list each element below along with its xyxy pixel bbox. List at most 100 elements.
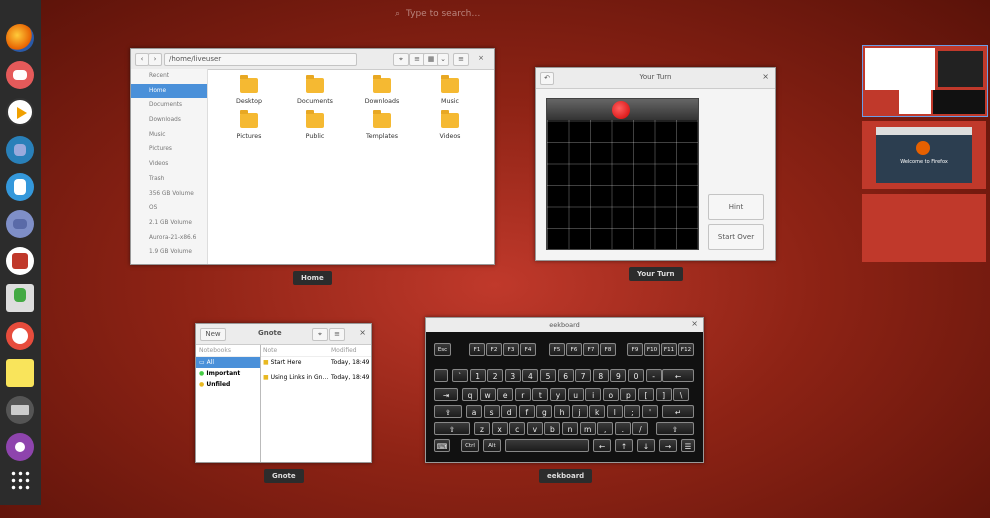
key-f9[interactable]: F9 <box>627 343 643 356</box>
hint-button[interactable]: Hint <box>708 194 764 220</box>
notebook-important[interactable]: ● Important <box>196 368 260 379</box>
window-label-files[interactable]: Home <box>293 271 332 285</box>
key[interactable]: 7 <box>575 369 592 382</box>
close-icon[interactable]: × <box>762 72 769 81</box>
key-esc[interactable]: Esc <box>434 343 451 356</box>
key[interactable]: - <box>645 369 662 382</box>
key[interactable]: o <box>602 388 619 401</box>
photos-icon[interactable] <box>6 136 34 164</box>
show-apps-icon[interactable] <box>10 470 31 491</box>
folder-public[interactable]: Public <box>293 110 337 140</box>
chevron-down-icon[interactable]: ⌄ <box>437 53 449 66</box>
key[interactable]: v <box>526 422 543 435</box>
new-note-button[interactable]: New <box>200 328 226 341</box>
key-f4[interactable]: F4 <box>520 343 536 356</box>
sidebar-item-downloads[interactable]: Downloads <box>131 113 207 128</box>
folder-downloads[interactable]: Downloads <box>360 75 404 105</box>
sidebar-item-volume[interactable]: 356 GB Volume <box>131 187 207 202</box>
key[interactable]: f <box>518 405 535 418</box>
key[interactable]: a <box>466 405 482 418</box>
sidebar-item-documents[interactable]: Documents <box>131 98 207 113</box>
mail-icon[interactable] <box>6 61 34 89</box>
key[interactable]: 1 <box>469 369 486 382</box>
key[interactable]: 9 <box>610 369 627 382</box>
key[interactable]: j <box>571 405 588 418</box>
key[interactable]: , <box>597 422 614 435</box>
recorder-icon[interactable] <box>6 322 34 350</box>
folder-templates[interactable]: Templates <box>360 110 404 140</box>
key-shift-left[interactable]: ⇧ <box>434 422 470 435</box>
menu-icon[interactable]: ≡ <box>453 53 469 66</box>
key-f7[interactable]: F7 <box>583 343 599 356</box>
window-label-gnote[interactable]: Gnote <box>264 469 304 483</box>
key[interactable]: \ <box>673 388 690 401</box>
start-over-button[interactable]: Start Over <box>708 224 764 250</box>
key[interactable]: x <box>491 422 508 435</box>
documents-icon[interactable] <box>6 173 34 201</box>
key-f10[interactable]: F10 <box>644 343 660 356</box>
key-alt[interactable]: Alt <box>483 439 501 452</box>
key-f5[interactable]: F5 <box>549 343 565 356</box>
key[interactable]: h <box>554 405 570 418</box>
sidebar-item-videos[interactable]: Videos <box>131 157 207 172</box>
key-layout[interactable]: ⌨ <box>434 439 450 452</box>
key-tab[interactable]: ⇥ <box>434 388 458 401</box>
key-f2[interactable]: F2 <box>486 343 502 356</box>
folder-videos[interactable]: Videos <box>428 110 472 140</box>
close-icon[interactable]: × <box>691 319 698 328</box>
key[interactable]: u <box>567 388 584 401</box>
search-field[interactable]: ⌕ Type to search… <box>395 9 595 25</box>
key[interactable]: g <box>536 405 553 418</box>
key[interactable]: p <box>620 388 637 401</box>
key[interactable]: s <box>483 405 500 418</box>
key[interactable]: d <box>501 405 518 418</box>
key-f11[interactable]: F11 <box>661 343 677 356</box>
folder-documents[interactable]: Documents <box>293 75 337 105</box>
key[interactable]: e <box>497 388 514 401</box>
back-button[interactable]: ‹ <box>135 53 149 66</box>
key-up[interactable]: ↑ <box>615 439 633 452</box>
key[interactable]: 0 <box>628 369 644 382</box>
folder-desktop[interactable]: Desktop <box>227 75 271 105</box>
key[interactable]: l <box>606 405 623 418</box>
key-backspace[interactable]: ← <box>662 369 694 382</box>
key-ctrl[interactable]: Ctrl <box>461 439 479 452</box>
key[interactable]: w <box>479 388 496 401</box>
key-f12[interactable]: F12 <box>678 343 694 356</box>
key-capslock[interactable]: ⇪ <box>434 405 462 418</box>
key[interactable]: k <box>589 405 606 418</box>
sidebar-item-pictures[interactable]: Pictures <box>131 142 207 157</box>
key-f8[interactable]: F8 <box>600 343 616 356</box>
key-shift-right[interactable]: ⇧ <box>656 422 694 435</box>
workspace-thumbnail-3[interactable] <box>862 194 986 262</box>
note-row[interactable]: ■ Using Links in Gn… Today, 18:49 <box>261 372 371 387</box>
location-bar[interactable]: /home/liveuser <box>164 53 357 66</box>
key[interactable]: ` <box>452 369 468 382</box>
note-row[interactable]: ■ Start Here Today, 18:49 <box>261 357 371 372</box>
workspace-thumbnail-1[interactable] <box>862 45 988 117</box>
key-f1[interactable]: F1 <box>469 343 485 356</box>
key-settings[interactable]: ☰ <box>681 439 695 452</box>
search-icon[interactable]: ⌖ <box>312 328 328 341</box>
key-f3[interactable]: F3 <box>503 343 519 356</box>
notebook-unfiled[interactable]: ● Unfiled <box>196 379 260 390</box>
key-right[interactable]: → <box>659 439 677 452</box>
forward-button[interactable]: › <box>148 53 162 66</box>
sidebar-item-music[interactable]: Music <box>131 128 207 143</box>
key-f6[interactable]: F6 <box>566 343 582 356</box>
games-icon[interactable] <box>6 433 34 461</box>
software-icon[interactable] <box>6 247 34 275</box>
folder-music[interactable]: Music <box>428 75 472 105</box>
eekboard-window[interactable]: eekboard × Esc F1 F2 F3 F4 F5 F6 F7 F8 F9 F10 F11 F1… <box>425 317 704 463</box>
notes-icon[interactable] <box>6 359 34 387</box>
notebook-all[interactable]: ▭ All <box>196 357 260 368</box>
key[interactable]: c <box>509 422 526 435</box>
key-left[interactable]: ← <box>593 439 611 452</box>
four-in-a-row-window[interactable]: ↶ Your Turn × Hint Start Over <box>535 67 776 261</box>
sidebar-item-home[interactable]: Home <box>131 83 207 99</box>
key[interactable]: 6 <box>557 369 574 382</box>
key[interactable]: ] <box>655 388 672 401</box>
key[interactable]: 2 <box>487 369 504 382</box>
key-enter[interactable]: ↵ <box>662 405 694 418</box>
note-column-header[interactable]: Note <box>263 347 277 354</box>
